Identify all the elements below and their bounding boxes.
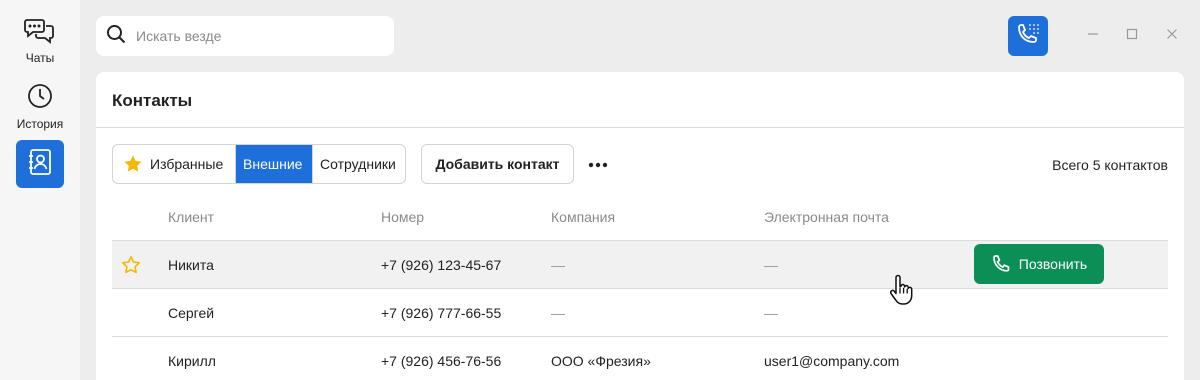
history-icon xyxy=(26,82,54,115)
cell-company: — xyxy=(551,305,565,321)
search-input[interactable] xyxy=(136,28,376,44)
divider xyxy=(96,127,1184,128)
cell-company: — xyxy=(551,257,565,273)
tab-label: Сотрудники xyxy=(320,156,396,172)
cell-client: Кирилл xyxy=(168,353,216,369)
more-horizontal-icon xyxy=(588,155,608,173)
cell-number: +7 (926) 777-66-55 xyxy=(381,305,502,321)
column-header-email[interactable]: Электронная почта xyxy=(764,209,889,225)
maximize-icon xyxy=(1126,27,1138,45)
sidebar-item-history[interactable]: История xyxy=(0,82,80,131)
contacts-icon xyxy=(27,148,53,181)
minimize-icon xyxy=(1087,27,1099,45)
cell-number: +7 (926) 456-76-56 xyxy=(381,353,502,369)
call-button-label: Позвонить xyxy=(1018,256,1088,272)
sidebar-item-contacts[interactable] xyxy=(16,140,64,188)
sidebar: Чаты История xyxy=(0,0,80,380)
cell-email: — xyxy=(764,257,778,273)
contact-filter-tabs: Избранные Внешние Сотрудники xyxy=(112,144,406,184)
search-icon xyxy=(106,24,126,49)
tab-favorites[interactable]: Избранные xyxy=(113,145,236,183)
contacts-panel: Контакты Избранные Внешние Сотрудники До… xyxy=(96,72,1184,380)
tab-external[interactable]: Внешние xyxy=(236,145,313,183)
cell-email: — xyxy=(764,305,778,321)
tab-label: Внешние xyxy=(243,156,303,172)
hand-cursor-icon xyxy=(887,274,915,311)
phone-icon xyxy=(991,254,1019,274)
chats-icon xyxy=(24,16,56,49)
table-row[interactable]: Кирилл +7 (926) 456-76-56 ООО «Фрезия» u… xyxy=(112,336,1168,380)
phone-dialpad-icon xyxy=(1015,21,1041,52)
favorite-star-icon[interactable] xyxy=(121,255,141,280)
add-contact-button[interactable]: Добавить контакт xyxy=(421,144,574,184)
tab-label: Избранные xyxy=(150,156,224,172)
cell-company: ООО «Фрезия» xyxy=(551,353,651,369)
table-row[interactable]: Никита +7 (926) 123-45-67 — — Позвонить xyxy=(112,240,1168,288)
search-bar[interactable] xyxy=(96,16,394,56)
more-options-button[interactable] xyxy=(588,152,608,176)
sidebar-item-label: Чаты xyxy=(25,51,55,65)
column-header-client[interactable]: Клиент xyxy=(168,209,214,225)
cell-email: user1@company.com xyxy=(764,353,900,369)
sidebar-item-chats[interactable]: Чаты xyxy=(0,16,80,65)
sidebar-item-label: История xyxy=(16,117,64,131)
star-icon xyxy=(123,154,143,174)
call-button[interactable]: Позвонить xyxy=(974,244,1104,284)
minimize-button[interactable] xyxy=(1083,26,1103,46)
dialpad-call-button[interactable] xyxy=(1008,16,1048,56)
page-title: Контакты xyxy=(112,91,193,110)
close-icon xyxy=(1166,27,1178,45)
cell-number: +7 (926) 123-45-67 xyxy=(381,257,502,273)
total-contacts-count: Всего 5 контактов xyxy=(1052,157,1168,173)
cell-client: Сергей xyxy=(168,305,215,321)
cell-client: Никита xyxy=(168,257,214,273)
column-header-company[interactable]: Компания xyxy=(551,209,615,225)
tab-employees[interactable]: Сотрудники xyxy=(313,145,405,183)
close-button[interactable] xyxy=(1162,26,1182,46)
table-row[interactable]: Сергей +7 (926) 777-66-55 — — xyxy=(112,288,1168,336)
maximize-button[interactable] xyxy=(1122,26,1142,46)
column-header-number[interactable]: Номер xyxy=(381,209,424,225)
